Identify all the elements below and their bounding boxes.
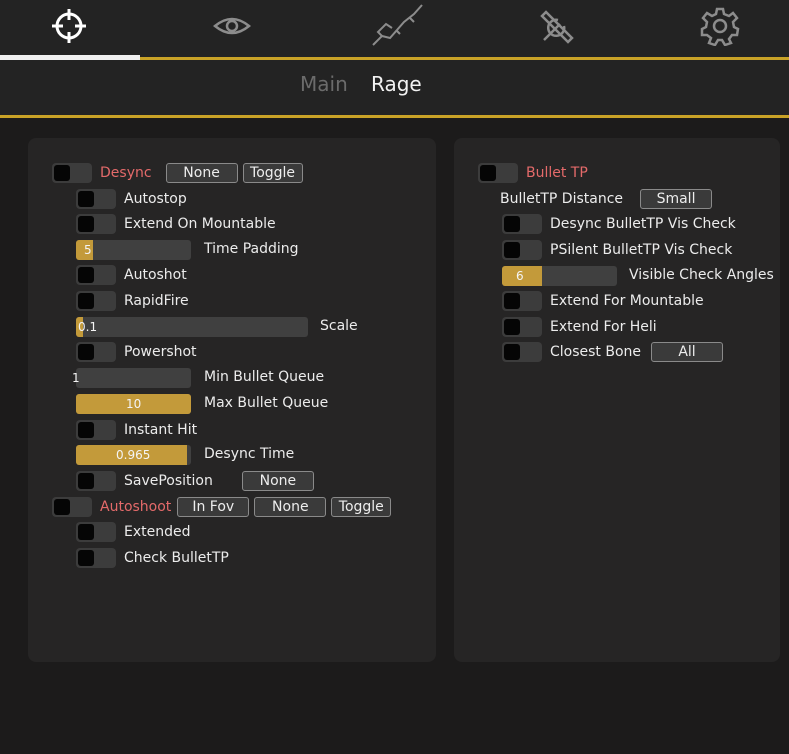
closest-bone-label: Closest Bone: [550, 344, 642, 360]
time-padding-slider[interactable]: 5: [76, 240, 191, 260]
psilent-vis-check-row: PSilent BulletTP Vis Check: [502, 240, 732, 260]
time-padding-label: Time Padding: [204, 241, 299, 257]
extended-label: Extended: [124, 524, 191, 540]
psilent-vis-check-toggle[interactable]: [502, 240, 542, 260]
subtab-rage[interactable]: Rage: [371, 72, 422, 96]
extended-row: Extended: [76, 522, 191, 542]
time-padding-value: 5: [84, 243, 92, 257]
max-bullet-queue-slider[interactable]: 10: [76, 394, 191, 414]
instant-hit-label: Instant Hit: [124, 422, 198, 438]
extend-on-mountable-label: Extend On Mountable: [124, 216, 276, 232]
scale-slider[interactable]: 0.1: [76, 317, 308, 337]
visible-check-angles-slider[interactable]: 6: [502, 266, 617, 286]
instant-hit-toggle[interactable]: [76, 420, 116, 440]
extend-for-heli-toggle[interactable]: [502, 317, 542, 337]
bullettp-distance-dropdown[interactable]: Small: [640, 189, 713, 209]
closest-bone-dropdown[interactable]: All: [651, 342, 724, 362]
extend-on-mountable-row: Extend On Mountable: [76, 214, 276, 234]
save-position-toggle[interactable]: [76, 471, 116, 491]
psilent-vis-check-label: PSilent BulletTP Vis Check: [550, 242, 733, 258]
desync-label: Desync: [100, 165, 152, 181]
eye-icon[interactable]: [212, 4, 252, 48]
autostop-label: Autostop: [124, 191, 187, 207]
max-bullet-queue-label: Max Bullet Queue: [204, 395, 329, 411]
desync-time-label: Desync Time: [204, 446, 295, 462]
min-bullet-queue-slider[interactable]: 1: [72, 368, 191, 388]
desync-mode-button[interactable]: Toggle: [242, 163, 303, 183]
desync-time-value: 0.965: [116, 448, 151, 462]
extend-for-mountable-label: Extend For Mountable: [550, 293, 704, 309]
autoshoot-label: Autoshoot: [100, 499, 172, 515]
rifle-icon[interactable]: [370, 4, 426, 48]
gear-icon[interactable]: [700, 4, 740, 48]
tools-icon[interactable]: [538, 4, 578, 48]
visible-check-angles-label: Visible Check Angles: [629, 267, 774, 283]
bullet-tp-row: Bullet TP: [478, 163, 588, 183]
powershot-row: Powershot: [76, 342, 197, 362]
desync-vis-check-label: Desync BulletTP Vis Check: [550, 216, 736, 232]
active-tab-indicator: [0, 55, 140, 60]
extend-for-heli-label: Extend For Heli: [550, 319, 657, 335]
autoshoot-fov-mode-button[interactable]: In Fov: [177, 497, 250, 517]
bullet-tp-toggle[interactable]: [478, 163, 518, 183]
powershot-toggle[interactable]: [76, 342, 116, 362]
check-bullettp-toggle[interactable]: [76, 548, 116, 568]
extend-for-mountable-row: Extend For Mountable: [502, 291, 704, 311]
desync-row: Desync None Toggle: [52, 163, 303, 183]
min-bullet-queue-label: Min Bullet Queue: [204, 369, 325, 385]
desync-keybind-button[interactable]: None: [165, 163, 238, 183]
closest-bone-row: Closest Bone All: [502, 342, 724, 362]
check-bullettp-row: Check BulletTP: [76, 548, 229, 568]
save-position-label: SavePosition: [124, 473, 213, 489]
bullet-tp-label: Bullet TP: [526, 165, 588, 181]
instant-hit-row: Instant Hit: [76, 420, 197, 440]
visible-check-angles-value: 6: [516, 269, 524, 283]
desync-vis-check-toggle[interactable]: [502, 214, 542, 234]
subtab-divider: [0, 115, 789, 118]
extend-for-heli-row: Extend For Heli: [502, 317, 657, 337]
save-position-keybind-button[interactable]: None: [241, 471, 314, 491]
autostop-toggle[interactable]: [76, 189, 116, 209]
main-tab-bar: [0, 0, 789, 56]
autoshoot-row: Autoshoot In Fov None Toggle: [52, 497, 392, 517]
powershot-label: Powershot: [124, 344, 197, 360]
header: Main Rage: [0, 0, 789, 118]
extend-on-mountable-toggle[interactable]: [76, 214, 116, 234]
rapidfire-label: RapidFire: [124, 293, 189, 309]
autoshoot-keybind-button[interactable]: None: [254, 497, 327, 517]
desync-toggle[interactable]: [52, 163, 92, 183]
rapidfire-toggle[interactable]: [76, 291, 116, 311]
closest-bone-toggle[interactable]: [502, 342, 542, 362]
min-bullet-queue-value: 1: [72, 371, 80, 385]
autoshoot-toggle[interactable]: [52, 497, 92, 517]
desync-time-slider[interactable]: 0.965: [76, 445, 191, 465]
autoshot-row: Autoshot: [76, 265, 187, 285]
scale-value: 0.1: [78, 320, 98, 334]
extend-for-mountable-toggle[interactable]: [502, 291, 542, 311]
autostop-row: Autostop: [76, 189, 187, 209]
check-bullettp-label: Check BulletTP: [124, 550, 229, 566]
autoshot-label: Autoshot: [124, 267, 187, 283]
max-bullet-queue-value: 10: [126, 397, 142, 411]
subtab-main[interactable]: Main: [300, 72, 348, 96]
scale-label: Scale: [320, 318, 358, 334]
save-position-row: SavePosition None: [76, 471, 314, 491]
desync-vis-check-row: Desync BulletTP Vis Check: [502, 214, 736, 234]
crosshair-icon[interactable]: [49, 4, 89, 48]
autoshoot-mode-button[interactable]: Toggle: [331, 497, 392, 517]
bullettp-distance-label: BulletTP Distance: [500, 191, 624, 207]
bullettp-distance-row: BulletTP Distance Small: [500, 189, 713, 209]
extended-toggle[interactable]: [76, 522, 116, 542]
rapidfire-row: RapidFire: [76, 291, 189, 311]
autoshot-toggle[interactable]: [76, 265, 116, 285]
